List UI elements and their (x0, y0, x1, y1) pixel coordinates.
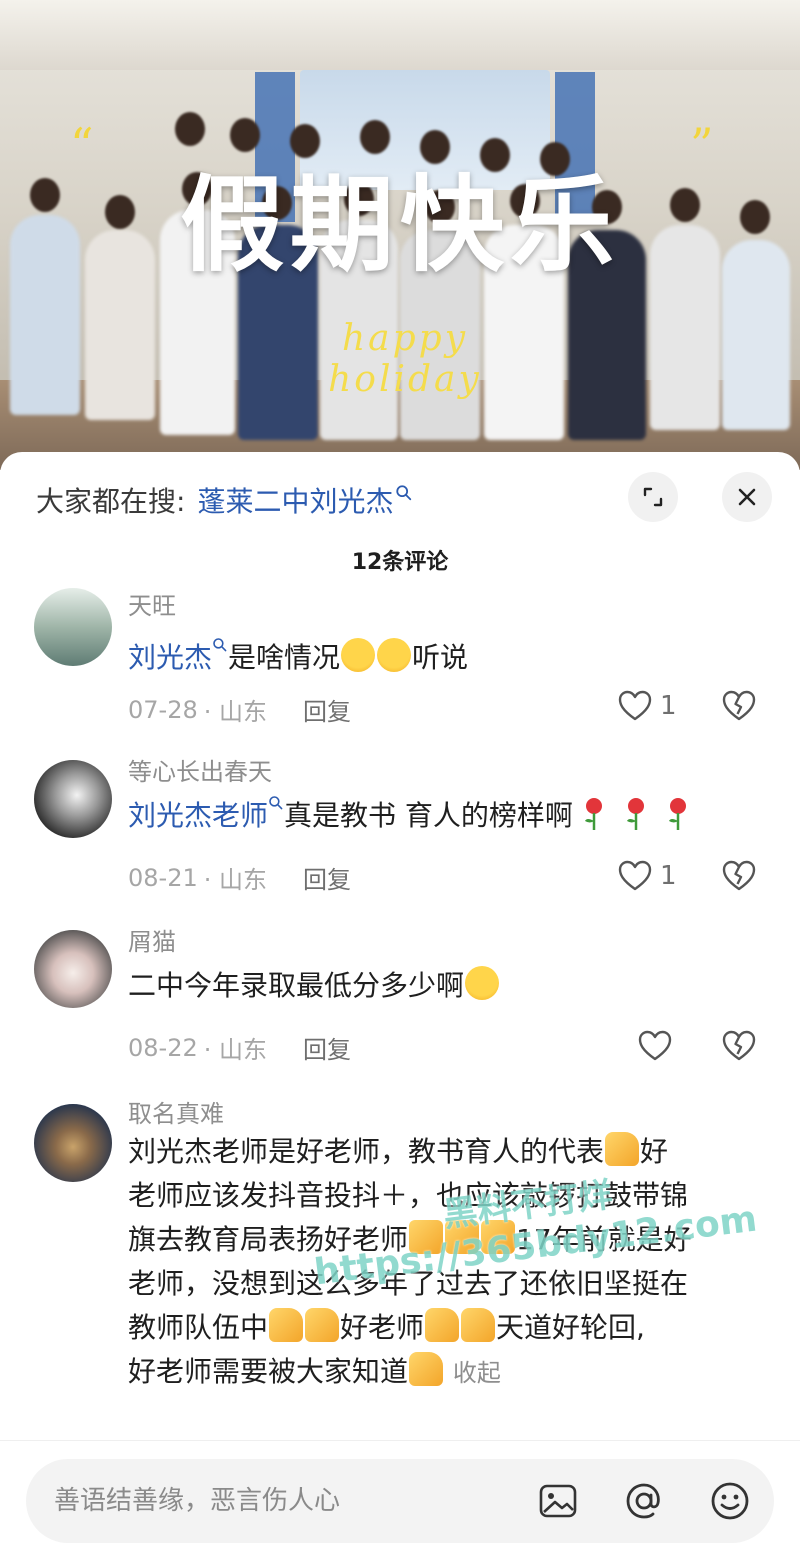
reply-button[interactable]: 回复 (303, 860, 351, 895)
comment-location: · 山东 (203, 1036, 268, 1064)
video-subtitle: happy holiday (328, 318, 482, 400)
trending-search-link[interactable]: 蓬莱二中刘光杰 (197, 480, 393, 520)
rose-emoji-icon (626, 798, 644, 830)
grinning-emoji-icon (465, 966, 500, 1000)
comment-input-pill[interactable] (26, 1459, 774, 1543)
trending-search-prefix: 大家都在搜: (36, 485, 186, 518)
thumbs-up-icon (425, 1308, 460, 1342)
thumbs-up-icon (305, 1308, 340, 1342)
comment-location: · 山东 (203, 698, 268, 726)
comment-body: 是啥情况 (228, 641, 341, 674)
comment-body: 真是教书 育人的榜样啊 (284, 799, 573, 832)
crying-emoji-icon (341, 638, 376, 672)
comment-input-bar (0, 1440, 800, 1565)
thumbs-up-icon (605, 1132, 640, 1166)
like-count: 1 (660, 861, 677, 891)
comment-location: · 山东 (203, 866, 268, 894)
close-icon (738, 488, 756, 506)
close-button[interactable] (722, 472, 772, 522)
thumbs-up-icon (409, 1352, 444, 1386)
smiley-icon[interactable] (708, 1479, 752, 1523)
image-icon[interactable] (536, 1479, 580, 1523)
trending-search-row[interactable]: 大家都在搜: 蓬莱二中刘光杰 (36, 480, 413, 520)
search-icon (213, 638, 227, 652)
crying-emoji-icon (377, 638, 412, 672)
comment-line-6: 好老师需要被大家知道 (128, 1355, 409, 1388)
like-count: 1 (660, 691, 677, 721)
comment-author[interactable]: 屑猫 (128, 922, 176, 957)
comment-text: 刘光杰老师 真是教书 育人的榜样啊 (128, 794, 768, 838)
avatar[interactable] (34, 760, 112, 838)
video-player[interactable]: “ ” 假期快乐 happy holiday (0, 0, 800, 470)
comment-line: 好老师需要被大家知道 收起 (128, 1350, 768, 1395)
reply-button[interactable]: 回复 (303, 692, 351, 727)
rose-emoji-icon (584, 798, 602, 830)
expand-icon (643, 487, 663, 507)
search-icon (396, 485, 412, 501)
comment-text: 刘光杰 是啥情况 听说 (128, 636, 768, 680)
comment-author[interactable]: 天旺 (128, 586, 176, 621)
comment-body: 二中今年录取最低分多少啊 (128, 969, 465, 1002)
comment-line-5a: 教师队伍中 (128, 1311, 269, 1344)
comment-line-1: 刘光杰老师是好老师，教书育人的代表 (128, 1135, 605, 1168)
like-button[interactable] (638, 1030, 672, 1062)
comment-mention[interactable]: 刘光杰老师 (128, 799, 268, 832)
like-button[interactable]: 1 (618, 860, 677, 892)
comment-sheet: 大家都在搜: 蓬莱二中刘光杰 12条评论 天旺 刘光杰 是啥情况 听说 07-28 … (0, 452, 800, 1565)
comment-meta: 08-22 · 山东 回复 (128, 1030, 351, 1065)
comment-body-end: 听说 (412, 641, 469, 674)
comment-mention[interactable]: 刘光杰 (128, 641, 212, 674)
ceiling (0, 0, 800, 70)
at-icon[interactable] (622, 1479, 666, 1523)
avatar[interactable] (34, 1104, 112, 1182)
comment-date: 08-22 (128, 1033, 198, 1062)
comment-date: 08-21 (128, 863, 198, 892)
avatar[interactable] (34, 930, 112, 1008)
expand-button[interactable] (628, 472, 678, 522)
comment-text: 二中今年录取最低分多少啊 (128, 964, 768, 1008)
comment-line-5b: 好老师 (340, 1311, 425, 1344)
broken-heart-icon[interactable] (722, 1030, 756, 1062)
comment-count-title: 12条评论 (351, 550, 449, 575)
comment-meta: 08-21 · 山东 回复 (128, 860, 351, 895)
collapse-button[interactable]: 收起 (453, 1359, 501, 1387)
heart-icon (618, 690, 652, 721)
video-title: 假期快乐 (179, 163, 620, 286)
thumbs-up-icon (461, 1308, 496, 1342)
search-icon (269, 796, 283, 810)
rose-emoji-icon (668, 798, 686, 830)
comment-author[interactable]: 取名真难 (128, 1094, 224, 1129)
heart-icon (638, 1030, 672, 1061)
thumbs-up-icon (269, 1308, 304, 1342)
like-button[interactable]: 1 (618, 690, 677, 722)
broken-heart-icon[interactable] (722, 860, 756, 892)
broken-heart-icon[interactable] (722, 690, 756, 722)
comment-date: 07-28 (128, 695, 198, 724)
heart-icon (618, 860, 652, 891)
comment-input[interactable] (54, 1481, 474, 1521)
comment-meta: 07-28 · 山东 回复 (128, 692, 351, 727)
comment-author[interactable]: 等心长出春天 (128, 752, 272, 787)
comment-line: 教师队伍中 好老师 天道好轮回, (128, 1306, 768, 1350)
reply-button[interactable]: 回复 (303, 1030, 351, 1065)
comment-line-5c: 天道好轮回, (496, 1311, 645, 1344)
avatar[interactable] (34, 588, 112, 666)
